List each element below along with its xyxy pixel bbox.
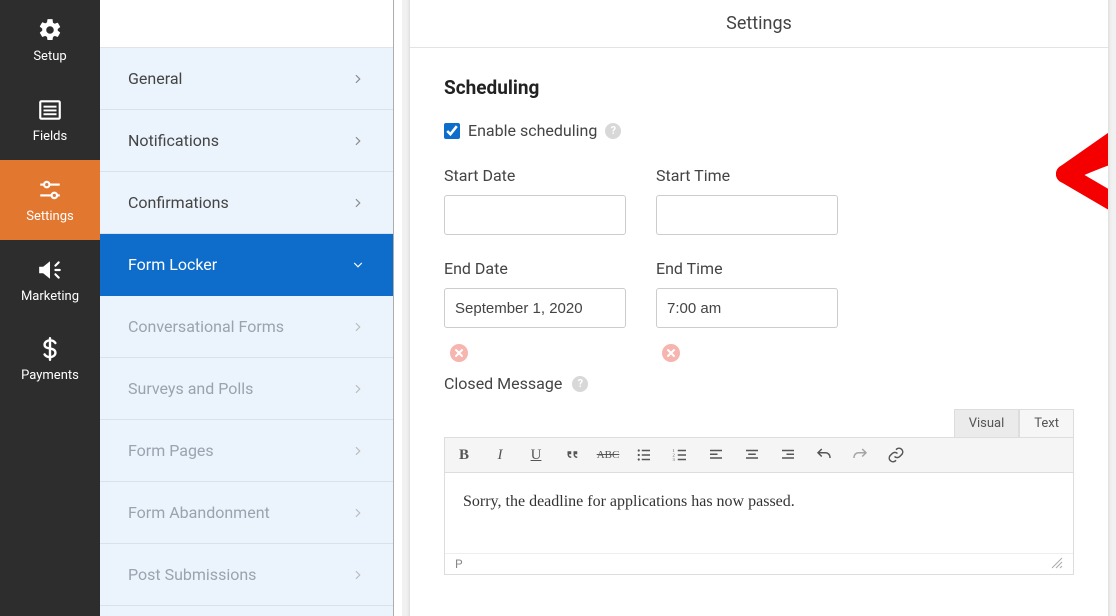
bullhorn-icon [37, 257, 63, 283]
main-body: Scheduling Enable scheduling ? Start Dat… [410, 48, 1108, 616]
rail-item-fields[interactable]: Fields [0, 80, 100, 160]
sidebar-item-post-submissions[interactable]: Post Submissions [100, 544, 393, 606]
align-center-icon[interactable] [741, 444, 763, 466]
main-nav-rail: Setup Fields Settings Marketing Payments [0, 0, 100, 616]
settings-list: General Notifications Confirmations Form… [100, 48, 393, 616]
rail-label: Marketing [21, 289, 79, 304]
editor-path: P [455, 557, 463, 571]
enable-scheduling-row: Enable scheduling ? [444, 121, 1074, 140]
chevron-right-icon [351, 134, 365, 148]
enable-scheduling-checkbox[interactable] [444, 123, 460, 139]
sliders-icon [37, 177, 63, 203]
rail-label: Payments [21, 368, 79, 383]
undo-icon[interactable] [813, 444, 835, 466]
sidebar-item-label: Confirmations [128, 193, 229, 212]
underline-icon[interactable]: U [525, 444, 547, 466]
rail-label: Settings [26, 209, 73, 224]
end-time-label: End Time [656, 259, 838, 278]
rail-label: Fields [33, 129, 67, 144]
sidebar-item-general[interactable]: General [100, 48, 393, 110]
sidebar-item-label: Conversational Forms [128, 317, 284, 336]
sidebar-item-label: Form Locker [128, 255, 217, 274]
start-date-label: Start Date [444, 166, 626, 185]
settings-sidebar: General Notifications Confirmations Form… [100, 0, 394, 616]
settings-sidebar-header [100, 0, 393, 48]
sidebar-item-form-locker[interactable]: Form Locker [100, 234, 393, 296]
align-left-icon[interactable] [705, 444, 727, 466]
editor-tab-visual[interactable]: Visual [954, 409, 1020, 438]
chevron-right-icon [351, 320, 365, 334]
enable-scheduling-label: Enable scheduling [468, 121, 597, 140]
chevron-right-icon [351, 568, 365, 582]
rail-item-settings[interactable]: Settings [0, 160, 100, 240]
help-icon[interactable]: ? [572, 376, 588, 392]
sidebar-item-label: Form Abandonment [128, 503, 270, 522]
chevron-right-icon [351, 72, 365, 86]
quote-icon[interactable] [561, 444, 583, 466]
sidebar-item-confirmations[interactable]: Confirmations [100, 172, 393, 234]
rail-label: Setup [33, 49, 66, 64]
sidebar-item-label: General [128, 69, 182, 88]
bullet-list-icon[interactable] [633, 444, 655, 466]
sidebar-item-form-abandonment[interactable]: Form Abandonment [100, 482, 393, 544]
chevron-down-icon [351, 258, 365, 272]
section-title: Scheduling [444, 76, 1074, 99]
sidebar-item-form-pages[interactable]: Form Pages [100, 420, 393, 482]
sidebar-item-label: Surveys and Polls [128, 379, 253, 398]
sidebar-item-label: Post Submissions [128, 565, 256, 584]
chevron-right-icon [351, 196, 365, 210]
svg-text:3: 3 [673, 457, 676, 462]
chevron-right-icon [351, 444, 365, 458]
sidebar-item-notifications[interactable]: Notifications [100, 110, 393, 172]
link-icon[interactable] [885, 444, 907, 466]
align-right-icon[interactable] [777, 444, 799, 466]
dollar-icon [37, 336, 63, 362]
italic-icon[interactable]: I [489, 444, 511, 466]
sidebar-item-conversational-forms[interactable]: Conversational Forms [100, 296, 393, 358]
numbered-list-icon[interactable]: 123 [669, 444, 691, 466]
chevron-right-icon [351, 382, 365, 396]
help-icon[interactable]: ? [605, 123, 621, 139]
end-time-input[interactable] [656, 288, 838, 328]
editor-toolbar: B I U ABC 123 [445, 438, 1073, 473]
main-column: Settings Scheduling Enable scheduling ? … [394, 0, 1116, 616]
sidebar-item-surveys-polls[interactable]: Surveys and Polls [100, 358, 393, 420]
resize-grip-icon[interactable] [1051, 557, 1063, 571]
clear-end-date-button[interactable] [450, 344, 468, 362]
chevron-right-icon [351, 506, 365, 520]
sidebar-item-label: Form Pages [128, 441, 214, 460]
rail-item-setup[interactable]: Setup [0, 0, 100, 80]
rail-item-marketing[interactable]: Marketing [0, 240, 100, 320]
start-time-input[interactable] [656, 195, 838, 235]
end-date-label: End Date [444, 259, 626, 278]
start-time-label: Start Time [656, 166, 838, 185]
start-date-input[interactable] [444, 195, 626, 235]
list-icon [37, 97, 63, 123]
editor-tab-text[interactable]: Text [1019, 409, 1074, 438]
closed-message-label: Closed Message [444, 374, 562, 393]
redo-icon[interactable] [849, 444, 871, 466]
editor-tabs: Visual Text [444, 409, 1074, 438]
page-title-text: Settings [726, 13, 792, 34]
sidebar-item-label: Notifications [128, 131, 219, 150]
rail-item-payments[interactable]: Payments [0, 320, 100, 398]
editor-status-bar: P [445, 553, 1073, 574]
editor-content[interactable]: Sorry, the deadline for applications has… [445, 473, 1073, 553]
clear-end-time-button[interactable] [662, 344, 680, 362]
wysiwyg-editor: B I U ABC 123 Sorry, the de [444, 437, 1074, 575]
page-title: Settings [410, 0, 1108, 48]
end-date-input[interactable] [444, 288, 626, 328]
gear-icon [37, 17, 63, 43]
strikethrough-icon[interactable]: ABC [597, 444, 619, 466]
bold-icon[interactable]: B [453, 444, 475, 466]
